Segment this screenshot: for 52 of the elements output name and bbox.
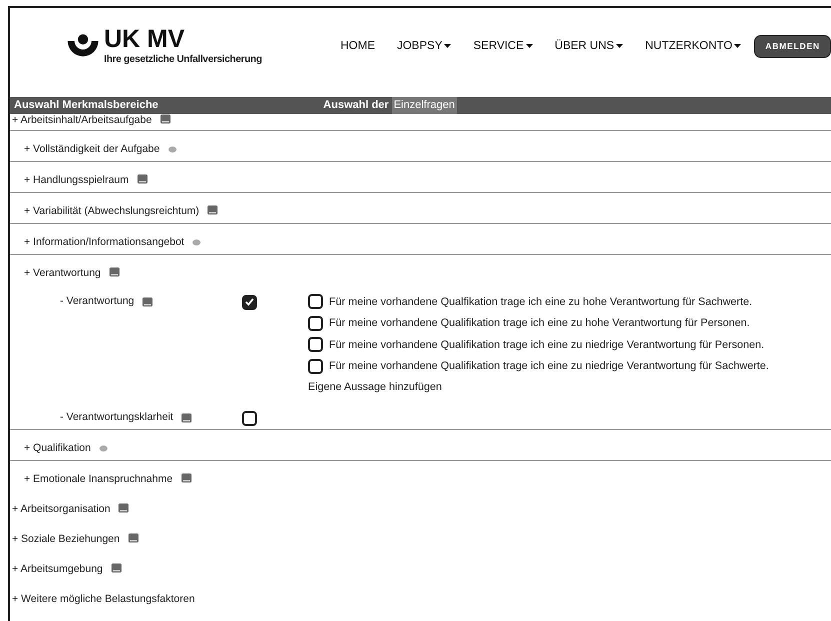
statement-text: Für meine vorhandene Qualifikation trage ich eine zu niedrige Verantwortung für Sachwerte. xyxy=(329,359,769,374)
tree-item[interactable]: + Soziale Beziehungen xyxy=(10,521,831,551)
note-icon[interactable] xyxy=(181,413,192,423)
checkbox[interactable] xyxy=(242,410,257,426)
note-icon[interactable] xyxy=(136,174,148,184)
checkbox[interactable] xyxy=(308,358,323,374)
note-icon[interactable] xyxy=(142,297,154,307)
tree-item[interactable]: + Weitere mögliche Belastungsfaktoren xyxy=(10,581,831,611)
statement-text: Für meine vorhandene Qualfikation trage ich eine zu hohe Verantwortung für Sachwerte. xyxy=(329,294,752,310)
logo-icon xyxy=(66,34,100,60)
note-icon[interactable] xyxy=(180,473,192,483)
caret-icon xyxy=(526,44,533,48)
note-icon[interactable] xyxy=(118,503,130,513)
tree-item[interactable]: + Arbeitsinhalt/Arbeitsaufgabe xyxy=(10,114,831,131)
nav-link[interactable]: NUTZERKONTO xyxy=(634,38,752,56)
tree-item[interactable]: + Arbeitsumgebung xyxy=(10,551,831,581)
tree-item[interactable]: + Qualifikation xyxy=(24,442,91,455)
checkbox[interactable] xyxy=(308,337,323,352)
check-icon xyxy=(245,298,254,306)
tree-item[interactable]: + Vollständigkeit der Aufgabe xyxy=(24,143,160,156)
sub-item[interactable]: - Verantwortungsklarheit xyxy=(60,410,174,426)
logo-name: UK MV xyxy=(104,26,186,52)
nav-link[interactable]: JOBPSY xyxy=(386,38,462,56)
note-icon[interactable] xyxy=(207,205,218,215)
nav-link[interactable]: HOME xyxy=(329,38,386,56)
section-heading: Auswahl der xyxy=(323,98,389,114)
statement-text: Für meine vorhandene Qualifikation trage ich eine zu niedrige Verantwortung für Personen. xyxy=(329,338,764,353)
logo-tagline: Ihre gesetzliche Unfallversicherung xyxy=(104,52,262,66)
tree-item[interactable]: + Information/Informationsangebot xyxy=(24,236,184,249)
caret-icon xyxy=(616,44,624,48)
logout-button[interactable]: ABMELDEN xyxy=(754,35,831,58)
tree-item[interactable]: + Arbeitsorganisation xyxy=(10,491,831,521)
note-icon[interactable] xyxy=(108,267,120,277)
nav-link[interactable]: SERVICE xyxy=(462,38,544,56)
add-statement-link[interactable]: Eigene Aussage hinzufügen xyxy=(308,377,769,398)
nav-link[interactable]: ÜBER UNS xyxy=(544,38,634,56)
tree-item[interactable]: + Variabilität (Abwechslungsreichtum) xyxy=(24,205,200,218)
note-icon[interactable] xyxy=(110,563,122,573)
caret-icon xyxy=(444,44,452,48)
tree-item[interactable]: + Emotionale Inanspruchnahme xyxy=(24,473,173,486)
note-icon[interactable] xyxy=(160,114,171,124)
statement-text: Für meine vorhandene Qualifikation trage ich eine zu hohe Verantwortung für Personen. xyxy=(329,316,750,332)
checkbox[interactable] xyxy=(308,316,323,331)
tree-item[interactable]: + Handlungsspielraum xyxy=(24,174,129,187)
caret-icon xyxy=(734,44,742,48)
sub-item[interactable]: - Verantwortung xyxy=(60,294,134,310)
checkbox[interactable] xyxy=(308,294,323,310)
section-heading-highlight: Einzelfragen xyxy=(392,97,457,114)
tree-item[interactable]: + Verantwortung xyxy=(24,267,101,280)
note-icon[interactable] xyxy=(128,533,139,543)
section-heading: Auswahl Merkmalsbereiche xyxy=(14,98,158,114)
checkbox[interactable] xyxy=(242,294,257,310)
